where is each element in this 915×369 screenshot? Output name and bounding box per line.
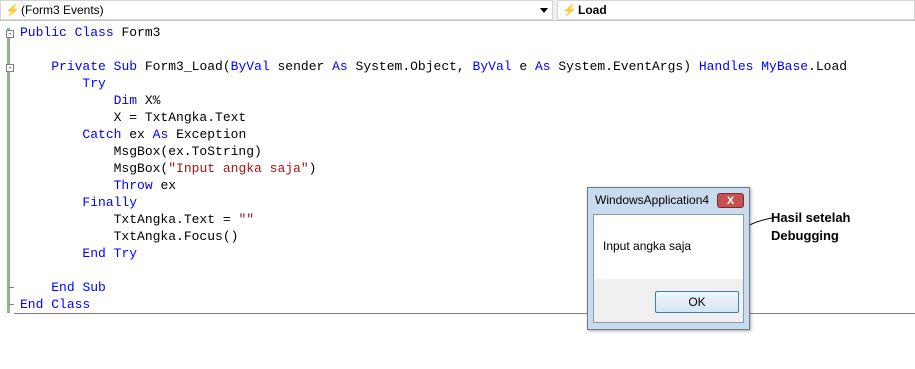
- code-keyword: Class: [74, 25, 114, 40]
- collapse-sub-toggle[interactable]: -: [6, 64, 14, 72]
- code-keyword: MyBase: [761, 59, 809, 74]
- class-outline-end: [9, 304, 14, 305]
- annotation-line-1: Hasil setelah: [771, 210, 851, 225]
- debugging-annotation: Hasil setelah Debugging: [771, 209, 851, 245]
- code-text: e: [511, 59, 535, 74]
- code-keyword: Handles: [698, 59, 754, 74]
- code-string: "": [238, 212, 255, 227]
- code-keyword: Dim: [113, 93, 138, 108]
- code-line[interactable]: Private Sub Form3_Load(ByVal sender As S…: [20, 58, 847, 75]
- code-keyword: Try: [113, 246, 138, 261]
- code-keyword: Public: [20, 25, 67, 40]
- code-keyword: End: [20, 297, 44, 312]
- code-line[interactable]: TxtAngka.Focus(): [20, 228, 239, 245]
- method-dropdown-value: Load: [578, 3, 607, 17]
- code-line[interactable]: Finally: [20, 194, 137, 211]
- dialog-title: WindowsApplication4: [595, 193, 710, 207]
- code-keyword: Class: [51, 297, 91, 312]
- code-line[interactable]: End Try: [20, 245, 137, 262]
- code-text: Form3: [113, 25, 161, 40]
- dialog-message: Input angka saja: [603, 239, 692, 253]
- code-text: System.Object,: [347, 59, 473, 74]
- lightning-icon: ⚡: [5, 3, 20, 17]
- code-keyword: As: [152, 127, 169, 142]
- code-text: Form3_Load(: [137, 59, 231, 74]
- code-keyword: Sub: [82, 280, 106, 295]
- code-text: X = TxtAngka.Text: [20, 110, 247, 125]
- dialog-button-area: OK: [594, 279, 743, 322]
- code-line[interactable]: Throw ex: [20, 177, 176, 194]
- annotation-line-2: Debugging: [771, 228, 839, 243]
- lightning-icon: ⚡: [562, 3, 577, 17]
- code-keyword: As: [332, 59, 348, 74]
- close-button[interactable]: X: [717, 193, 744, 208]
- code-navigation-bar: ⚡ (Form3 Events) ⚡ Load: [0, 0, 915, 21]
- code-text: MsgBox(: [20, 161, 169, 176]
- code-text: sender: [269, 59, 333, 74]
- end-of-code-separator: [14, 313, 915, 314]
- code-line[interactable]: Catch ex As Exception: [20, 126, 246, 143]
- code-line[interactable]: End Sub: [20, 279, 106, 296]
- code-text: .Load: [808, 59, 848, 74]
- code-text: System.EventArgs): [550, 59, 699, 74]
- message-box-dialog: WindowsApplication4 X Input angka saja O…: [587, 187, 750, 330]
- code-line[interactable]: Try: [20, 75, 106, 92]
- code-line[interactable]: Public Class Form3: [20, 24, 160, 41]
- code-line[interactable]: End Class: [20, 296, 90, 313]
- code-keyword: Sub: [113, 59, 138, 74]
- code-keyword: As: [534, 59, 551, 74]
- code-keyword: Throw: [113, 178, 153, 193]
- class-outline-line: [9, 38, 10, 304]
- code-text: ex: [152, 178, 177, 193]
- collapse-class-toggle[interactable]: -: [6, 30, 14, 38]
- code-text: Exception: [168, 127, 247, 142]
- class-dropdown-value: (Form3 Events): [21, 3, 104, 17]
- code-keyword: ByVal: [472, 59, 512, 74]
- code-keyword: Finally: [82, 195, 138, 210]
- code-line[interactable]: X = TxtAngka.Text: [20, 109, 247, 126]
- code-keyword: Private: [51, 59, 106, 74]
- code-editor[interactable]: - - Public Class Form3 Private Sub Form3…: [0, 22, 915, 369]
- class-dropdown[interactable]: ⚡ (Form3 Events): [0, 0, 553, 20]
- code-line[interactable]: TxtAngka.Text = "": [20, 211, 254, 228]
- code-keyword: Try: [82, 76, 106, 91]
- code-line[interactable]: MsgBox(ex.ToString): [20, 143, 262, 160]
- chevron-down-icon[interactable]: [540, 8, 548, 13]
- code-text: TxtAngka.Text =: [20, 212, 239, 227]
- code-text: MsgBox(ex.ToString): [20, 144, 262, 159]
- code-text: X%: [137, 93, 161, 108]
- code-text: ex: [121, 127, 153, 142]
- code-keyword: End: [51, 280, 75, 295]
- code-line[interactable]: MsgBox("Input angka saja"): [20, 160, 317, 177]
- method-dropdown[interactable]: ⚡ Load: [557, 0, 915, 20]
- code-string: "Input angka saja": [168, 161, 309, 176]
- ok-button[interactable]: OK: [655, 291, 739, 313]
- dialog-content: Input angka saja OK: [593, 214, 744, 323]
- code-keyword: Catch: [82, 127, 122, 142]
- code-text: TxtAngka.Focus(): [20, 229, 239, 244]
- code-keyword: End: [82, 246, 106, 261]
- code-keyword: ByVal: [230, 59, 270, 74]
- sub-outline-end: [9, 287, 14, 288]
- code-text: ): [308, 161, 317, 176]
- code-line[interactable]: Dim X%: [20, 92, 161, 109]
